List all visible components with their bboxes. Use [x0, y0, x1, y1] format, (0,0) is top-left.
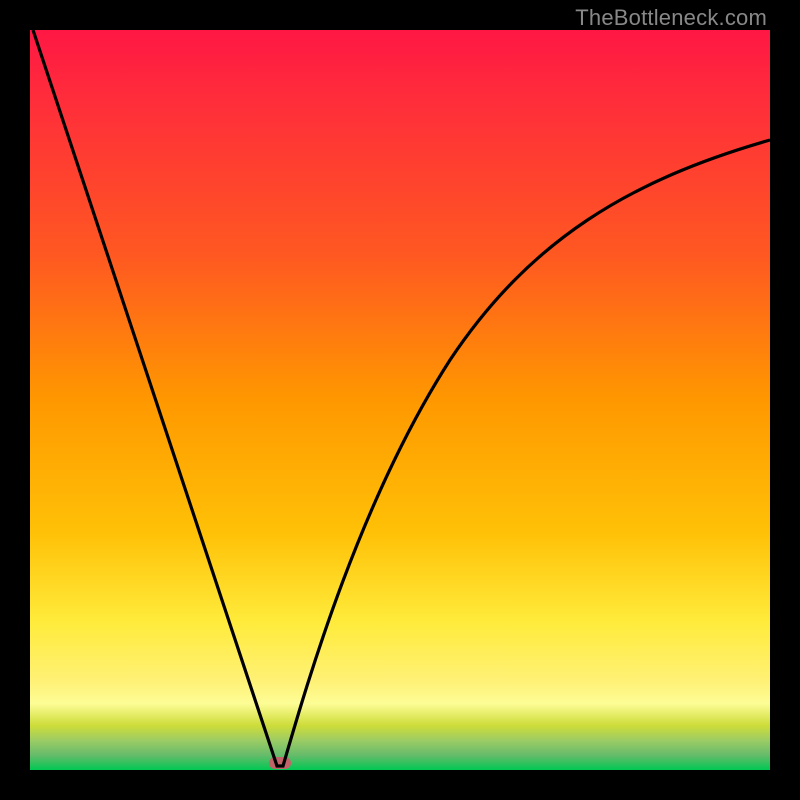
- bottleneck-curve: [30, 30, 770, 770]
- chart-frame: TheBottleneck.com: [0, 0, 800, 800]
- watermark-text: TheBottleneck.com: [575, 5, 767, 31]
- curve-path: [33, 30, 770, 766]
- plot-area: [30, 30, 770, 770]
